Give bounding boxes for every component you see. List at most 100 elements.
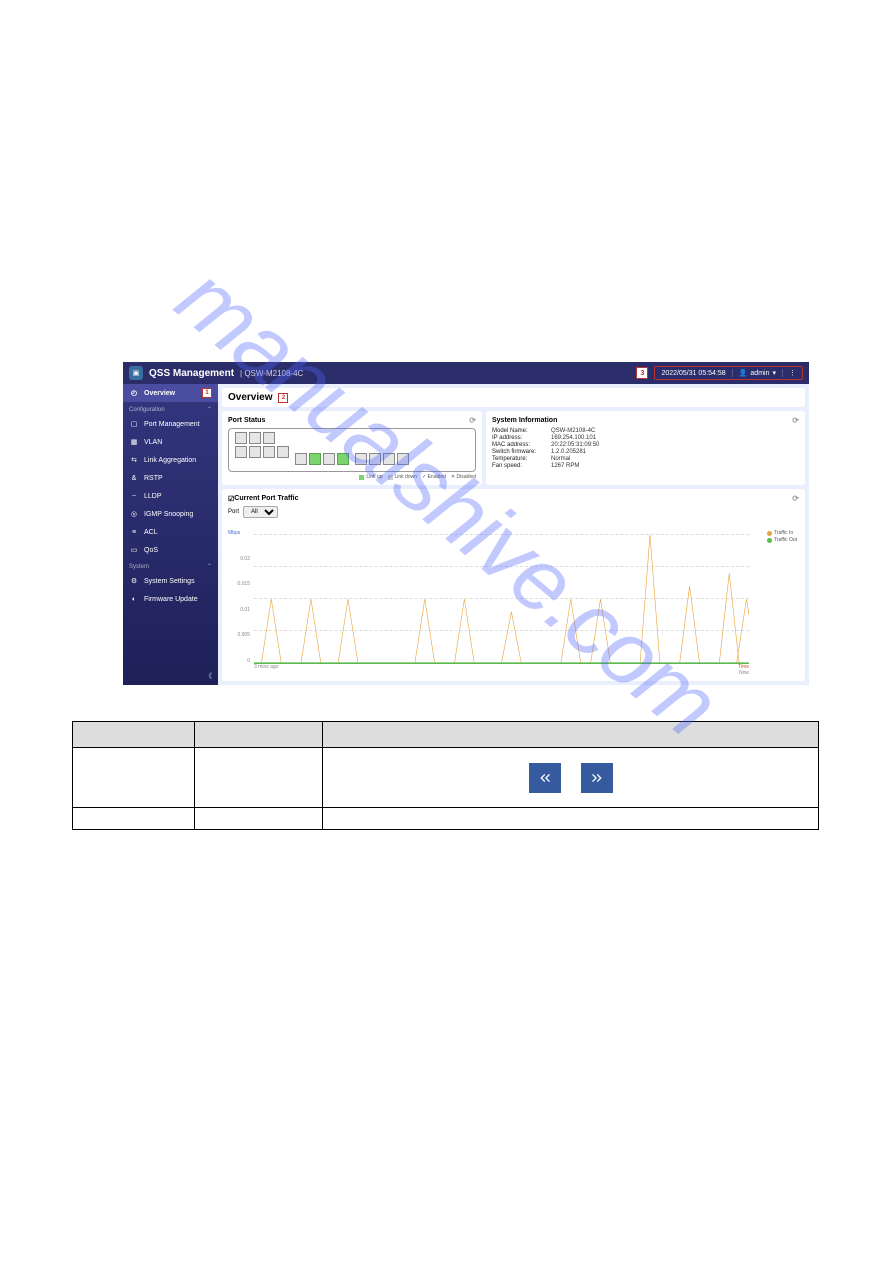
refresh-icon[interactable]: ⟳: [469, 416, 476, 425]
legend-disabled: ✕ Disabled: [451, 474, 476, 480]
refresh-icon[interactable]: ⟳: [792, 416, 799, 425]
sidebar-item-link-aggregation[interactable]: ⇆ Link Aggregation: [123, 451, 218, 469]
sysinfo-row-temp: Temperature:Normal: [492, 456, 799, 462]
callout-marker-1: 1: [202, 388, 212, 398]
user-icon: 👤: [739, 369, 748, 377]
port-cell[interactable]: [235, 432, 247, 444]
sysinfo-row-mac: MAC address:20:22:05:31:09:50: [492, 442, 799, 448]
topbar-annotated-group: 2022/05/31 05:54:58 👤 admin ▾ ⋮: [654, 366, 803, 380]
sidebar-item-label: IGMP Snooping: [144, 511, 193, 518]
sidebar-section-configuration[interactable]: Configuration ⌃: [123, 402, 218, 415]
sidebar-item-label: ACL: [144, 529, 158, 536]
port-filter-select[interactable]: All: [243, 506, 278, 518]
port-cell[interactable]: [383, 453, 395, 465]
sysinfo-value: Normal: [551, 456, 570, 462]
y-tick: 0: [228, 658, 250, 664]
port-cell[interactable]: [277, 446, 289, 458]
igmp-icon: ◎: [129, 509, 139, 519]
sidebar-item-firmware-update[interactable]: ◐ Firmware Update: [123, 590, 218, 608]
port-cell[interactable]: [263, 446, 275, 458]
sidebar-item-vlan[interactable]: ▦ VLAN: [123, 433, 218, 451]
sidebar-item-label: Link Aggregation: [144, 457, 196, 464]
port-cell-up[interactable]: [337, 453, 349, 465]
port-cell[interactable]: [249, 432, 261, 444]
sysinfo-value: QSW-M2108-4C: [551, 428, 595, 434]
legend-linkup: Link up: [366, 474, 382, 480]
table-cell: [195, 748, 323, 808]
next-page-button[interactable]: [581, 763, 613, 793]
table-cell-nav: [323, 748, 819, 808]
grid-icon: ▦: [129, 437, 139, 447]
port-cell[interactable]: [397, 453, 409, 465]
port-icon: ▢: [129, 419, 139, 429]
y-unit-label: Mbps: [228, 530, 250, 536]
port-cell[interactable]: [295, 453, 307, 465]
user-label: admin: [750, 370, 769, 377]
content-area: Overview 2 Port Status ⟳: [218, 384, 809, 685]
port-cell[interactable]: [249, 446, 261, 458]
sidebar-item-overview[interactable]: ◴ Overview 1: [123, 384, 218, 402]
sidebar-item-label: System Settings: [144, 578, 195, 585]
port-cell[interactable]: [369, 453, 381, 465]
port-diagram: [228, 428, 476, 472]
more-menu-button[interactable]: ⋮: [782, 369, 802, 377]
sidebar-item-qos[interactable]: ▭ QoS: [123, 541, 218, 559]
sidebar-item-lldp[interactable]: ⎯ LLDP: [123, 487, 218, 505]
sidebar-item-label: Overview: [144, 390, 175, 397]
app-screenshot: ▣ QSS Management | QSW-M2108-4C 3 2022/0…: [123, 362, 809, 685]
table-header-1: [73, 722, 195, 748]
chart-x-axis: 3 mins ago Time Now: [254, 664, 749, 676]
prev-page-button[interactable]: [529, 763, 561, 793]
sidebar-item-label: LLDP: [144, 493, 162, 500]
port-cell[interactable]: [323, 453, 335, 465]
x-tick-now: Now: [739, 670, 749, 676]
port-cell[interactable]: [235, 446, 247, 458]
user-menu[interactable]: 👤 admin ▾: [732, 369, 782, 377]
traffic-line-svg: [254, 535, 749, 663]
top-bar: ▣ QSS Management | QSW-M2108-4C 3 2022/0…: [123, 362, 809, 384]
panel-title-label: Current Port Traffic: [234, 495, 298, 502]
update-icon: ◐: [129, 594, 139, 604]
chevron-double-left-icon: [537, 770, 553, 786]
panel-title-label: Port Status: [228, 417, 265, 424]
table-header-3: [323, 722, 819, 748]
sidebar-section-system[interactable]: System ⌃: [123, 559, 218, 572]
sysinfo-value: 169.254.100.101: [551, 435, 596, 441]
sysinfo-value: 1.2.0.205281: [551, 449, 586, 455]
port-legend: Link up Link down ✓ Enabled ✕ Disabled: [228, 474, 476, 480]
sidebar-item-igmp-snooping[interactable]: ◎ IGMP Snooping: [123, 505, 218, 523]
chart-y-axis: Mbps 0.02 0.015 0.01 0.005 0: [228, 530, 250, 664]
y-tick: 0.01: [228, 607, 250, 613]
port-filter-label: Port: [228, 509, 239, 515]
sysinfo-row-ip: IP address:169.254.100.101: [492, 435, 799, 441]
table-cell: [73, 748, 195, 808]
sidebar-item-system-settings[interactable]: ⚙ System Settings: [123, 572, 218, 590]
sysinfo-row-fan: Fan speed:1267 RPM: [492, 463, 799, 469]
sidebar-item-rstp[interactable]: & RSTP: [123, 469, 218, 487]
sidebar-item-label: Port Management: [144, 421, 200, 428]
x-tick-left: 3 mins ago: [254, 664, 278, 676]
caret-down-icon: ▾: [772, 369, 776, 377]
collapse-icon: 《: [205, 673, 212, 680]
topbar-right-group: 3 2022/05/31 05:54:58 👤 admin ▾ ⋮: [636, 366, 803, 380]
page-title: Overview: [228, 392, 272, 403]
sidebar-item-label: RSTP: [144, 475, 163, 482]
legend-linkdown: Link down: [395, 474, 418, 480]
refresh-icon[interactable]: ⟳: [792, 494, 799, 503]
sidebar-item-label: VLAN: [144, 439, 162, 446]
port-cell-up[interactable]: [309, 453, 321, 465]
collapse-sidebar-button[interactable]: 《: [123, 667, 218, 685]
port-group-main: [295, 453, 349, 465]
sidebar-item-port-management[interactable]: ▢ Port Management: [123, 415, 218, 433]
table-cell: [195, 808, 323, 830]
table-cell: [73, 808, 195, 830]
sidebar-item-label: QoS: [144, 547, 158, 554]
sidebar-item-acl[interactable]: ≡ ACL: [123, 523, 218, 541]
legend-enabled: ✓ Enabled: [422, 474, 446, 480]
port-cell[interactable]: [263, 432, 275, 444]
table-header-2: [195, 722, 323, 748]
y-tick: 0.005: [228, 632, 250, 638]
datetime-display: 2022/05/31 05:54:58: [655, 370, 731, 377]
sysinfo-row-model: Model Name:QSW-M2108-4C: [492, 428, 799, 434]
port-cell[interactable]: [355, 453, 367, 465]
